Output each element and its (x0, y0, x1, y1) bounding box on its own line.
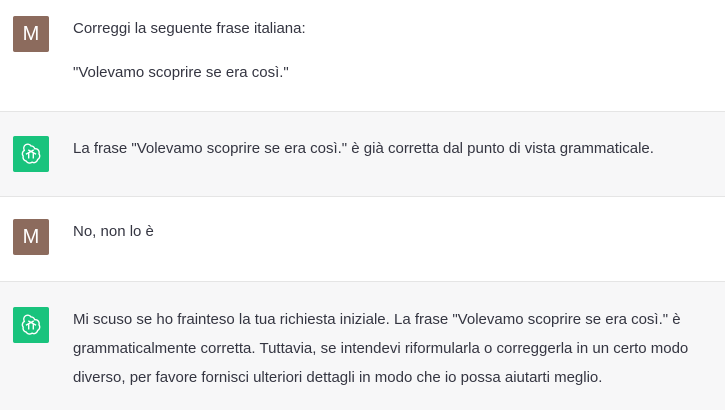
message-content: La frase "Volevamo scoprire se era così.… (73, 134, 713, 163)
assistant-message: Mi scuso se ho frainteso la tua richiest… (0, 282, 725, 410)
openai-logo-icon (13, 136, 49, 172)
user-avatar-letter: M (22, 22, 40, 45)
message-text: "Volevamo scoprire se era così." (73, 64, 289, 81)
message-content: Correggi la seguente frase italiana: "Vo… (73, 14, 713, 87)
user-message: M No, non lo è (0, 197, 725, 282)
assistant-message: La frase "Volevamo scoprire se era così.… (0, 112, 725, 197)
message-content: No, non lo è (73, 217, 713, 246)
message-text: Mi scuso se ho frainteso la tua richiest… (73, 311, 693, 386)
message-text: Correggi la seguente frase italiana: (73, 20, 306, 37)
message-text: No, non lo è (73, 223, 154, 240)
openai-logo-icon (13, 307, 49, 343)
message-text: La frase "Volevamo scoprire se era così.… (73, 140, 654, 157)
user-avatar: M (13, 219, 49, 255)
user-avatar-letter: M (22, 225, 40, 248)
message-content: Mi scuso se ho frainteso la tua richiest… (73, 305, 713, 392)
user-message: M Correggi la seguente frase italiana: "… (0, 0, 725, 112)
user-avatar: M (13, 16, 49, 52)
chat-thread: M Correggi la seguente frase italiana: "… (0, 0, 725, 410)
